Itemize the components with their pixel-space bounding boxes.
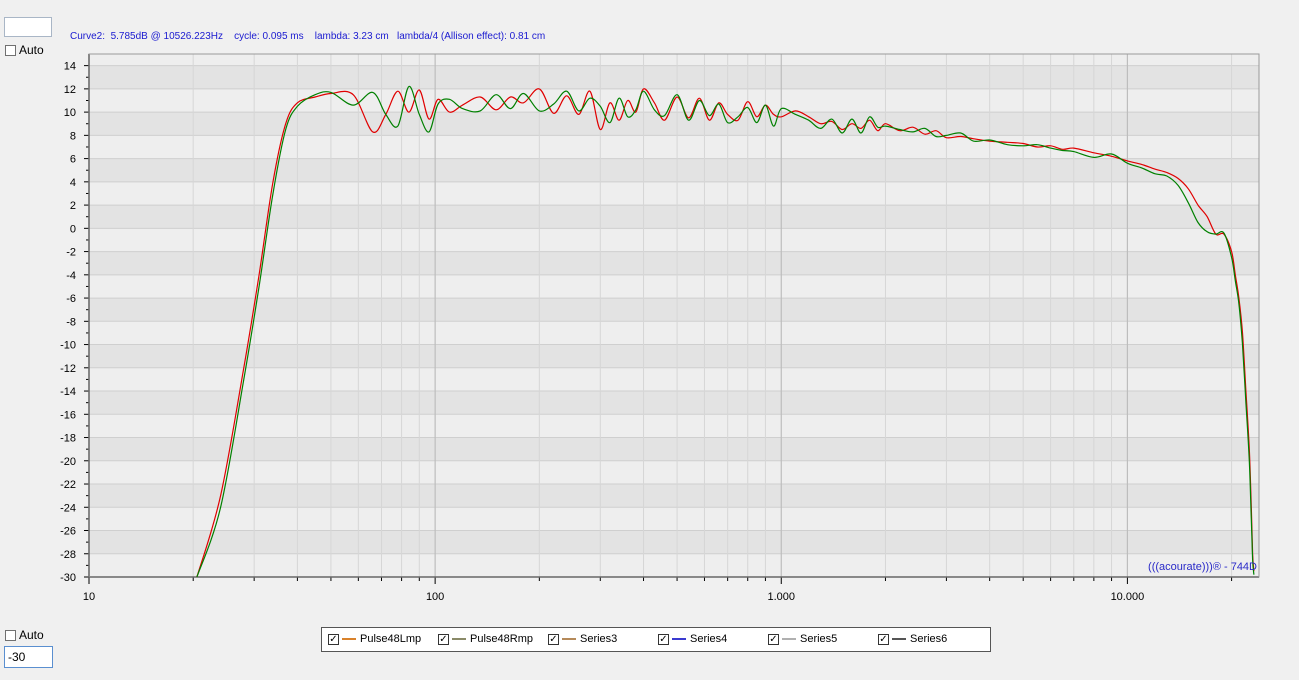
y-tick-label: -10	[60, 340, 76, 352]
y-tick-label: 8	[70, 130, 76, 142]
y-tick-label: -4	[66, 270, 76, 282]
y-tick-label: 6	[70, 154, 76, 166]
legend-swatch	[672, 638, 686, 640]
plot-band	[89, 205, 1259, 229]
y-tick-label: -18	[60, 433, 76, 445]
y-tick-label: 4	[70, 177, 76, 189]
auto-bottom-label: Auto	[19, 628, 44, 642]
legend-label: Series6	[910, 633, 948, 645]
x-tick-label: 100	[426, 591, 444, 603]
y-tick-label: -8	[66, 316, 76, 328]
plot-band	[89, 391, 1259, 415]
legend-label: Series5	[800, 633, 838, 645]
legend-swatch	[452, 638, 466, 640]
watermark: (((acourate)))® - 744D	[1148, 561, 1257, 573]
y-tick-label: -30	[60, 572, 76, 584]
legend-item[interactable]: ✓ Series5	[768, 633, 837, 645]
y-tick-label: -28	[60, 549, 76, 561]
plot-band	[89, 65, 1259, 89]
legend: ✓ Pulse48Lmp ✓ Pulse48Rmp ✓ Series3 ✓ Se…	[321, 627, 991, 652]
y-tick-label: 12	[64, 84, 76, 96]
y-tick-label: 14	[64, 61, 76, 73]
y-tick-label: -2	[66, 247, 76, 259]
plot-band	[89, 530, 1259, 554]
y-tick-label: -24	[60, 502, 76, 514]
auto-bottom-checkbox[interactable]	[5, 629, 16, 641]
y-tick-label: -16	[60, 409, 76, 421]
plot-band	[89, 344, 1259, 368]
x-tick-label: 10	[83, 591, 95, 603]
y-tick-label: -26	[60, 526, 76, 538]
legend-label: Series4	[690, 633, 728, 645]
legend-swatch	[782, 638, 796, 640]
legend-item[interactable]: ✓ Series6	[878, 633, 947, 645]
legend-checkbox[interactable]: ✓	[768, 633, 779, 645]
plot-band	[89, 112, 1259, 136]
legend-label: Series3	[580, 633, 618, 645]
legend-checkbox[interactable]: ✓	[438, 633, 449, 645]
legend-swatch	[342, 638, 356, 640]
legend-item[interactable]: ✓ Pulse48Rmp	[438, 633, 533, 645]
legend-item[interactable]: ✓ Pulse48Lmp	[328, 633, 421, 645]
frequency-response-chart[interactable]: 14 12 10 8 6 4 2 0 -2 -4 -6 -8 -10 -12 -14 -16 -18 -20 -22…	[0, 0, 1299, 680]
legend-label: Pulse48Rmp	[470, 633, 533, 645]
plot-band	[89, 158, 1259, 182]
legend-checkbox[interactable]: ✓	[548, 633, 559, 645]
legend-item[interactable]: ✓ Series3	[548, 633, 617, 645]
plot-band	[89, 484, 1259, 508]
y-tick-label: -14	[60, 386, 76, 398]
plot-band	[89, 251, 1259, 275]
legend-checkbox[interactable]: ✓	[878, 633, 889, 645]
plot-band	[89, 437, 1259, 461]
legend-swatch	[892, 638, 906, 640]
y-tick-label: -20	[60, 456, 76, 468]
y-tick-label: -6	[66, 293, 76, 305]
legend-checkbox[interactable]: ✓	[328, 633, 339, 645]
legend-item[interactable]: ✓ Series4	[658, 633, 727, 645]
x-tick-label: 1.000	[767, 591, 795, 603]
legend-checkbox[interactable]: ✓	[658, 633, 669, 645]
y-tick-label: 0	[70, 223, 76, 235]
legend-label: Pulse48Lmp	[360, 633, 422, 645]
y-tick-label: 2	[70, 200, 76, 212]
y-min-input[interactable]: -30	[4, 646, 53, 668]
x-tick-label: 10.000	[1111, 591, 1145, 603]
y-tick-label: -22	[60, 479, 76, 491]
y-tick-label: 10	[64, 107, 76, 119]
legend-swatch	[562, 638, 576, 640]
y-tick-label: -12	[60, 363, 76, 375]
plot-band	[89, 298, 1259, 322]
auto-bottom-row[interactable]: Auto	[5, 628, 44, 642]
